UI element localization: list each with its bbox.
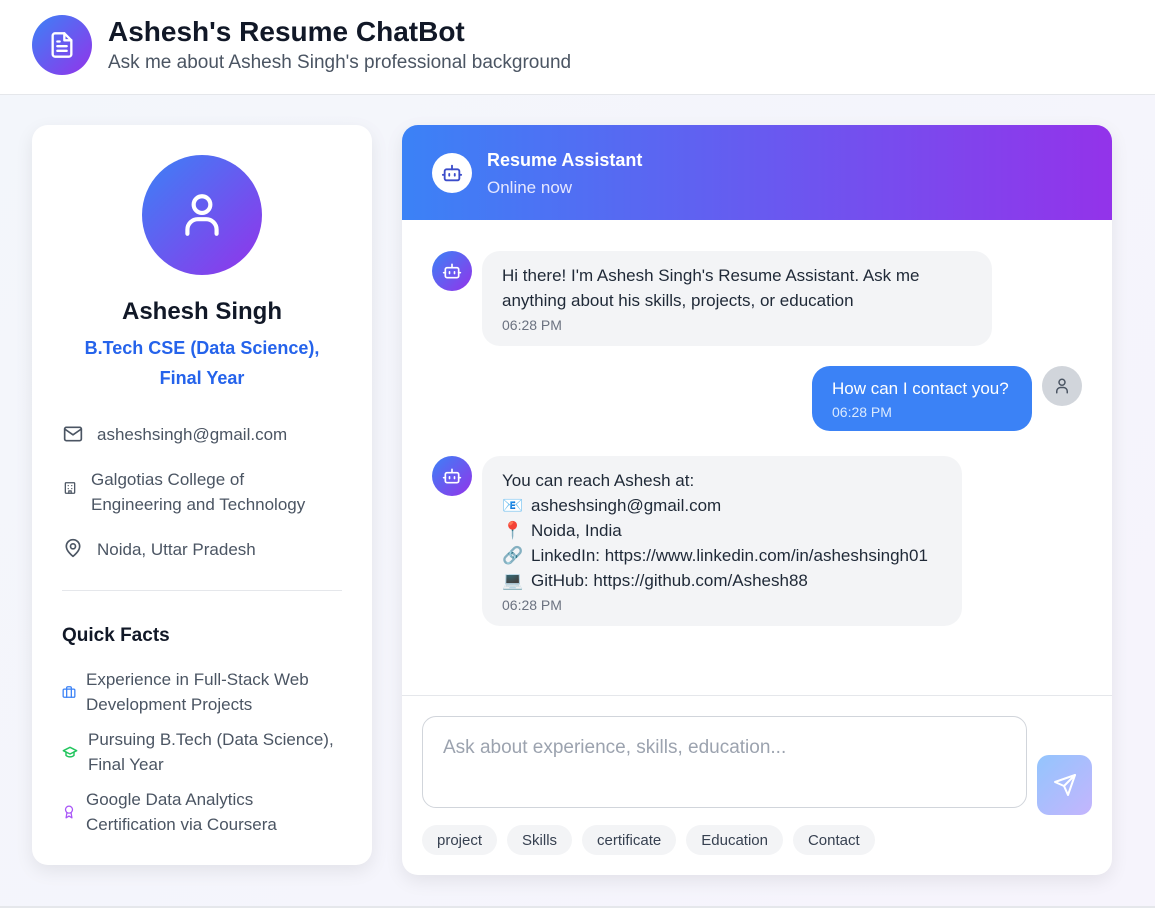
send-button[interactable] (1037, 755, 1092, 815)
chip-education[interactable]: Education (686, 825, 783, 855)
graduation-cap-icon (62, 744, 78, 760)
bot-icon (442, 468, 462, 484)
message-text: Hi there! I'm Ashesh Singh's Resume Assi… (502, 266, 920, 285)
profile-location-row: Noida, Uttar Pradesh (62, 537, 256, 562)
message-timestamp: 06:28 PM (502, 317, 562, 333)
quick-facts-title: Quick Facts (62, 625, 170, 646)
message-text: asheshsingh@gmail.com (531, 496, 722, 515)
chip-contact[interactable]: Contact (792, 825, 875, 855)
chat-status: Online now (487, 178, 573, 197)
profile-card: Ashesh Singh B.Tech CSE (Data Science), … (32, 125, 372, 865)
message-line-linkedin: 🔗 LinkedIn: https://www.linkedin.com/in/a… (502, 543, 942, 568)
user-message: How can I contact you? 06:28 PM (812, 366, 1032, 431)
link-emoji-icon: 🔗 (502, 546, 524, 565)
suggestion-chips: project Skills certificate Education Con… (422, 825, 885, 855)
message-line-email: 📧 asheshsingh@gmail.com (502, 493, 942, 518)
chat-panel: Resume Assistant Online now Hi there! I'… (402, 125, 1112, 875)
chip-certificate[interactable]: certificate (582, 825, 677, 855)
bot-avatar (432, 456, 472, 496)
chat-title: Resume Assistant (487, 150, 643, 170)
message-text: GitHub: https://github.com/Ashesh88 (531, 571, 808, 590)
document-icon (32, 15, 92, 75)
chat-input[interactable] (422, 716, 1027, 808)
message-timestamp: 06:28 PM (502, 597, 562, 613)
quick-fact-item: Google Data Analytics Certification via … (62, 787, 336, 837)
profile-location: Noida, Uttar Pradesh (97, 540, 256, 559)
chip-skills[interactable]: Skills (507, 825, 573, 855)
app-title: Ashesh's Resume ChatBot (108, 16, 465, 47)
quick-fact-line: Development Projects (86, 695, 253, 714)
profile-avatar (142, 155, 262, 275)
message-text: LinkedIn: https://www.linkedin.com/in/as… (531, 546, 928, 565)
quick-fact-item: Pursuing B.Tech (Data Science), Final Ye… (62, 727, 338, 777)
bot-message: You can reach Ashesh at: 📧 asheshsingh@gm… (482, 456, 962, 626)
send-icon (1053, 774, 1076, 796)
map-pin-icon (62, 538, 84, 558)
profile-degree-line: B.Tech CSE (Data Science), (84, 338, 320, 358)
laptop-emoji-icon: 💻 (502, 571, 524, 590)
bot-message: Hi there! I'm Ashesh Singh's Resume Assi… (482, 251, 992, 346)
quick-fact-text: Google Data Analytics Certification via … (86, 787, 336, 837)
quick-fact-line: Final Year (88, 755, 164, 774)
user-icon (185, 194, 219, 236)
profile-divider (62, 590, 342, 591)
app-subtitle: Ask me about Ashesh Singh's professional… (108, 52, 572, 73)
quick-fact-text: Experience in Full-Stack Web Development… (86, 667, 336, 717)
building-icon (62, 481, 77, 495)
profile-college-row: Galgotias College of Engineering and Tec… (62, 467, 305, 517)
app-header: Ashesh's Resume ChatBot Ask me about Ash… (0, 0, 1155, 95)
message-text: How can I contact you? (832, 379, 1009, 398)
message-timestamp: 06:28 PM (832, 404, 892, 420)
profile-college-line: Engineering and Technology (91, 495, 306, 514)
award-icon (62, 805, 76, 819)
chat-header: Resume Assistant Online now (402, 125, 1112, 220)
message-text: anything about his skills, projects, or … (502, 291, 854, 310)
message-text: You can reach Ashesh at: (502, 471, 695, 490)
message-text: Noida, India (531, 521, 622, 540)
mail-icon (62, 424, 84, 444)
profile-email-row: asheshsingh@gmail.com (62, 422, 287, 447)
user-icon (1056, 378, 1068, 394)
briefcase-icon (62, 685, 76, 699)
quick-fact-line: Google Data Analytics (86, 790, 254, 809)
profile-degree-line: Final Year (159, 368, 245, 388)
bot-icon (432, 153, 472, 193)
profile-email: asheshsingh@gmail.com (97, 425, 288, 444)
pin-emoji-icon: 📍 (502, 521, 524, 540)
email-emoji-icon: 📧 (502, 496, 524, 515)
profile-degree: B.Tech CSE (Data Science), Final Year (72, 333, 332, 393)
quick-fact-line: Certification via Coursera (86, 815, 277, 834)
chip-project[interactable]: project (422, 825, 498, 855)
message-line-github: 💻 GitHub: https://github.com/Ashesh88 (502, 568, 942, 593)
message-line-location: 📍 Noida, India (502, 518, 942, 543)
bot-avatar (432, 251, 472, 291)
chat-footer-divider (402, 695, 1112, 696)
user-avatar (1042, 366, 1082, 406)
bot-icon (442, 263, 462, 279)
quick-fact-line: Experience in Full-Stack Web (86, 670, 309, 689)
profile-college-line: Galgotias College of (91, 470, 245, 489)
quick-fact-line: Pursuing B.Tech (Data Science), (88, 730, 334, 749)
quick-fact-text: Pursuing B.Tech (Data Science), Final Ye… (88, 727, 338, 777)
profile-college: Galgotias College of Engineering and Tec… (91, 467, 305, 517)
quick-fact-item: Experience in Full-Stack Web Development… (62, 667, 336, 717)
profile-name: Ashesh Singh (121, 298, 283, 325)
